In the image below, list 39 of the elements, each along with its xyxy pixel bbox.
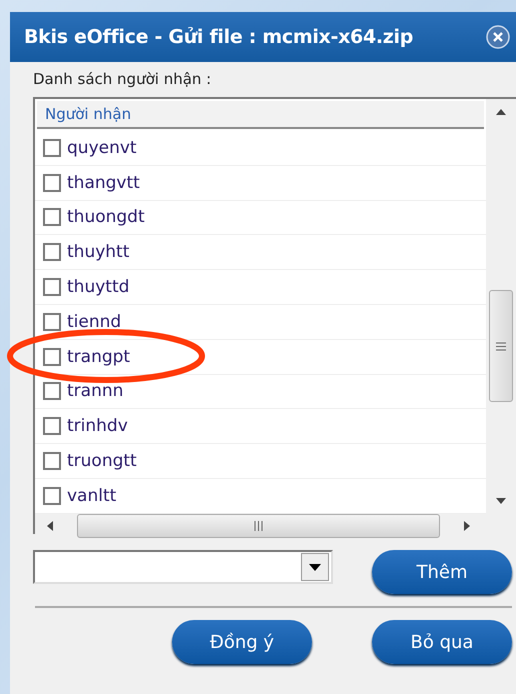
vertical-scrollbar[interactable] [486, 99, 516, 514]
checkbox[interactable] [43, 138, 61, 157]
dialog-button[interactable]: Bỏ qua [372, 620, 512, 664]
scroll-left-icon[interactable] [47, 520, 53, 531]
checkbox[interactable] [43, 486, 61, 505]
checkbox[interactable] [43, 417, 61, 436]
recipient-name: trannn [67, 381, 124, 402]
recipient-name: thangvtt [67, 172, 140, 193]
recipient-name: thuyttd [67, 277, 130, 298]
dialog-button[interactable]: Đồng ý [172, 620, 312, 664]
recipient-name: tiennd [67, 312, 122, 332]
recipient-name: trinhdv [67, 416, 128, 436]
add-button[interactable]: Thêm [372, 550, 512, 594]
close-icon[interactable] [486, 25, 510, 49]
window-title: Bkis eOffice - Gửi file : mcmix-x64.zip [24, 26, 414, 48]
recipient-name: truongtt [67, 451, 137, 472]
recipient-name: quyenvt [67, 138, 137, 158]
checkbox[interactable] [43, 452, 61, 470]
checkbox[interactable] [43, 243, 61, 262]
list-label: Danh sách người nhận : [33, 70, 212, 88]
scroll-right-icon[interactable] [464, 520, 470, 531]
checkbox[interactable] [43, 278, 61, 296]
recipient-name: vanltt [67, 486, 116, 506]
checkbox[interactable] [43, 174, 61, 192]
horizontal-scrollbar[interactable] [35, 514, 516, 538]
checkbox[interactable] [43, 382, 61, 400]
recipient-name: trangpt [67, 346, 130, 367]
recipient-name: thuyhtt [67, 242, 130, 262]
scroll-thumb[interactable] [489, 290, 513, 402]
dropdown-arrow-icon[interactable] [309, 564, 321, 570]
column-header[interactable]: Người nhận [37, 101, 484, 129]
checkbox[interactable] [43, 348, 61, 366]
recipient-dropdown[interactable] [33, 550, 333, 584]
scroll-up-icon[interactable] [496, 109, 506, 115]
checkbox[interactable] [43, 312, 61, 331]
scroll-thumb[interactable] [77, 514, 440, 538]
scroll-down-icon[interactable] [496, 498, 506, 504]
checkbox[interactable] [43, 208, 61, 226]
recipient-name: thuongdt [67, 207, 145, 228]
